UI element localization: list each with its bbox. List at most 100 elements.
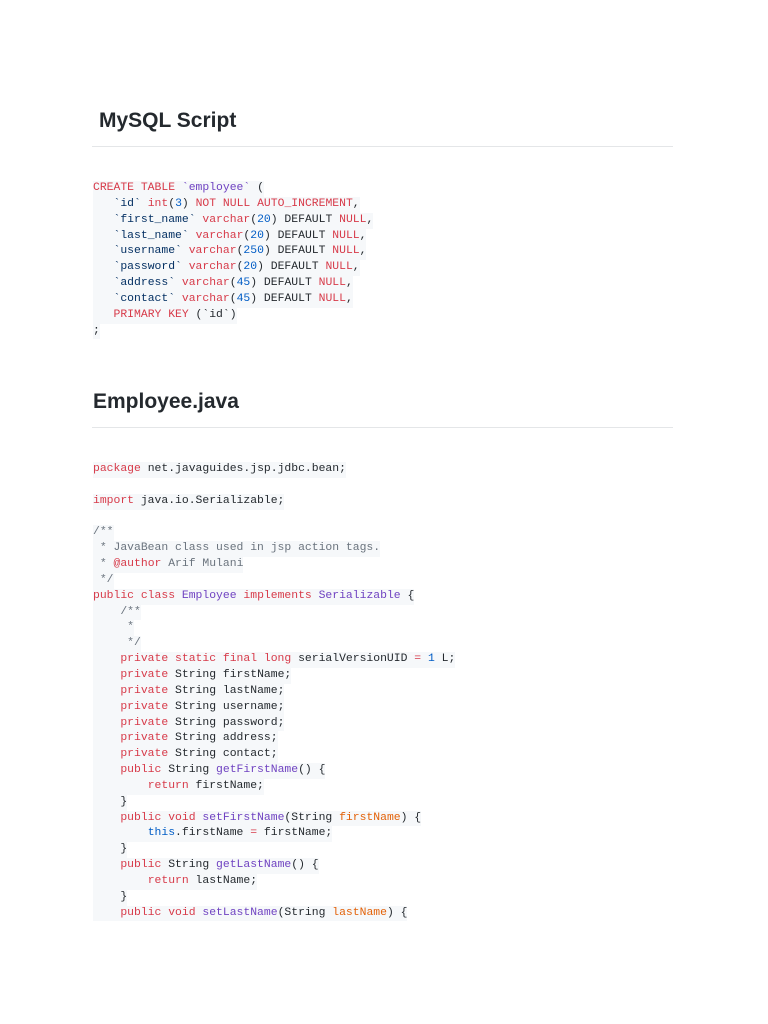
code-token: (	[250, 182, 264, 194]
code-token: setFirstName	[202, 811, 285, 824]
code-line: `id` int(3) NOT NULL AUTO_INCREMENT,	[93, 196, 360, 213]
code-line: PRIMARY KEY (`id`)	[93, 307, 237, 324]
code-token: private	[120, 684, 169, 697]
code-token: `username`	[113, 245, 182, 258]
code-token: getFirstName	[216, 764, 299, 777]
code-line: `password` varchar(20) DEFAULT NULL,	[93, 260, 360, 277]
code-token: private	[120, 668, 169, 681]
code-token: )	[181, 197, 196, 210]
code-line: * @author Arif Mulani	[93, 557, 244, 573]
code-token: NULL	[339, 213, 367, 226]
code-token: Serializable	[318, 589, 401, 602]
code-token: `employee`	[181, 182, 251, 194]
code-token: */	[93, 573, 114, 586]
code-token: 20	[243, 261, 258, 274]
code-token: ) DEFAULT	[257, 261, 326, 274]
code-line: public void setLastName(String lastName)…	[93, 905, 408, 922]
sql-heading: MySQL Script	[99, 109, 237, 132]
code-line: public String getFirstName() {	[93, 763, 326, 779]
code-token: private	[120, 716, 169, 729]
code-line: this.firstName = firstName;	[93, 826, 333, 843]
code-token: 45	[236, 277, 251, 290]
code-token: */	[93, 637, 141, 650]
code-token: 250	[243, 245, 264, 258]
code-token: () {	[298, 764, 326, 777]
code-token: String address;	[168, 732, 278, 745]
code-token: lastName	[332, 906, 387, 919]
code-token: CREATE TABLE	[93, 182, 182, 194]
code-token: @author	[113, 558, 162, 571]
code-token: }	[93, 890, 128, 903]
code-token: NULL	[318, 292, 346, 305]
code-token: return	[147, 874, 189, 887]
code-token: NOT NULL AUTO_INCREMENT	[195, 197, 353, 210]
code-line: `address` varchar(45) DEFAULT NULL,	[93, 276, 353, 292]
code-token: 20	[250, 229, 264, 242]
code-token: String contact;	[168, 748, 278, 761]
code-line: CREATE TABLE `employee` (	[93, 181, 264, 197]
code-token: firstName;	[257, 827, 333, 840]
code-token: (	[229, 277, 237, 290]
code-token: String	[161, 764, 217, 777]
code-token: import	[93, 494, 135, 507]
code-token: package	[93, 463, 141, 475]
code-token: varchar	[202, 213, 251, 226]
code-token: public void	[120, 811, 203, 824]
code-line: }	[93, 889, 128, 906]
code-token: getLastName	[216, 859, 292, 872]
code-token: return	[147, 779, 189, 792]
code-line: */	[93, 636, 141, 653]
code-token: serialVersionUID	[291, 653, 415, 666]
code-token: String password;	[168, 716, 285, 729]
code-token: ) DEFAULT	[250, 277, 319, 290]
sql-code-block: CREATE TABLE `employee` ( `id` int(3) NO…	[93, 181, 374, 340]
code-line: }	[93, 842, 128, 859]
code-token: varchar	[188, 261, 237, 274]
code-token: ) {	[386, 906, 408, 919]
code-token: (String	[277, 906, 333, 919]
code-line: private String username;	[93, 699, 285, 716]
code-token: String firstName;	[168, 668, 292, 681]
code-line: /**	[93, 604, 141, 621]
code-token: private	[120, 700, 169, 713]
code-token: (	[229, 292, 237, 305]
code-line: `contact` varchar(45) DEFAULT NULL,	[93, 291, 353, 308]
code-token: public	[120, 764, 162, 777]
code-token: 45	[236, 292, 251, 305]
code-line: `first_name` varchar(20) DEFAULT NULL,	[93, 212, 374, 229]
code-line: private String contact;	[93, 747, 278, 764]
code-token: () {	[291, 859, 319, 872]
code-token: 3	[175, 197, 182, 210]
code-token: int	[147, 197, 169, 210]
divider	[92, 427, 673, 428]
code-token: `last_name`	[113, 229, 189, 242]
code-token: `id`	[113, 197, 141, 210]
code-token: ) DEFAULT	[263, 229, 333, 242]
java-heading: Employee.java	[93, 390, 239, 413]
code-line: *	[93, 620, 135, 637]
code-token: ,	[345, 292, 353, 305]
code-token: .firstName	[175, 827, 251, 840]
code-token: ,	[359, 245, 367, 258]
code-token: String	[161, 859, 217, 872]
code-token: ;	[93, 324, 100, 337]
code-line: private String firstName;	[93, 667, 292, 684]
code-token: ,	[352, 197, 360, 210]
code-token: (String	[284, 811, 340, 824]
